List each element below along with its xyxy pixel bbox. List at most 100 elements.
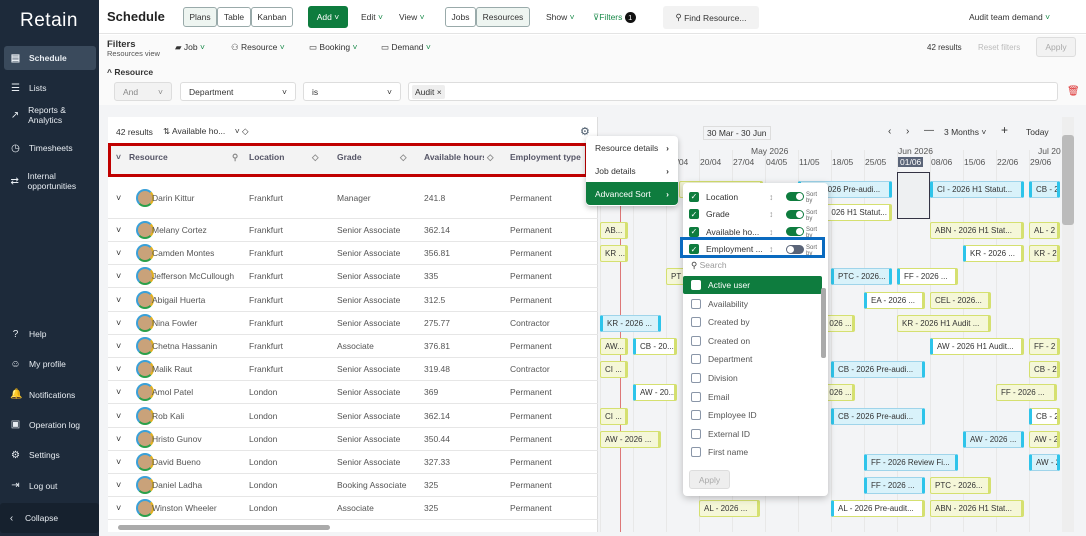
- period-select[interactable]: 3 Months ˅: [944, 127, 986, 137]
- booking-bar[interactable]: CB - 2026 Pre-audi...: [831, 361, 925, 379]
- table-row[interactable]: ˅ Hristo Gunov London Senior Associate 350.4…: [108, 428, 598, 451]
- expand-row-icon[interactable]: ˅: [116, 480, 121, 490]
- sort-option[interactable]: Email: [683, 388, 822, 406]
- booking-bar[interactable]: FF - 2026 ...: [996, 384, 1057, 402]
- expand-row-icon[interactable]: ˅: [116, 318, 121, 328]
- sidebar-item[interactable]: ▣ Operation log: [4, 413, 96, 437]
- edit-menu[interactable]: Edit ˅: [361, 12, 383, 22]
- zoom-out-button[interactable]: —: [924, 125, 934, 136]
- resource-name[interactable]: Daniel Ladha: [152, 480, 202, 490]
- sort-select[interactable]: ⇅ Available ho... ˅ ◇: [163, 126, 249, 137]
- table-row[interactable]: ˅ Rob Kali London Senior Associate 362.14 Per…: [108, 405, 598, 428]
- booking-bar[interactable]: CB - 2: [1029, 361, 1060, 379]
- expand-row-icon[interactable]: ˅: [116, 411, 121, 421]
- booking-bar[interactable]: AL - 2026 Pre-audit...: [831, 500, 925, 518]
- menu-resource-details[interactable]: Resource details ›: [586, 136, 678, 159]
- booking-bar[interactable]: CB - 2026 Pre-audi...: [831, 407, 925, 425]
- view-kanban-button[interactable]: Kanban: [251, 7, 293, 27]
- sidebar-item[interactable]: ? Help: [4, 322, 96, 346]
- field-select[interactable]: Department ˅: [180, 82, 296, 101]
- expand-row-icon[interactable]: ˅: [116, 225, 121, 235]
- drag-handle-icon[interactable]: ↕: [769, 209, 773, 219]
- booking-bar[interactable]: AW - 2026 ...: [963, 430, 1024, 448]
- booking-bar[interactable]: CB - 2: [1029, 407, 1060, 425]
- expand-row-icon[interactable]: ˅: [116, 364, 121, 374]
- timeline-vertical-scrollbar[interactable]: [1062, 117, 1074, 532]
- expand-row-icon[interactable]: ˅: [116, 387, 121, 397]
- booking-bar[interactable]: CI ...: [600, 361, 628, 379]
- sort-field-row[interactable]: ✓ Grade ↕ Sort by: [689, 206, 823, 223]
- booking-bar[interactable]: AW - 2: [1029, 430, 1060, 448]
- booking-bar[interactable]: KR - 2026 H1 Audit ...: [897, 314, 991, 332]
- table-row[interactable]: ˅ Melany Cortez Frankfurt Senior Associate 3…: [108, 219, 598, 242]
- table-row[interactable]: ˅ Malik Raut Frankfurt Senior Associate 319.…: [108, 358, 598, 382]
- table-row[interactable]: ˅ Jefferson McCullough Frankfurt Senior Ass…: [108, 265, 598, 289]
- sidebar-item[interactable]: ☰ Lists: [4, 76, 96, 100]
- view-plans-button[interactable]: Plans: [183, 7, 217, 27]
- value-input[interactable]: Audit ×: [408, 82, 1058, 101]
- sort-option[interactable]: Created on: [683, 332, 822, 350]
- booking-bar[interactable]: EA - 2026 ...: [864, 291, 925, 309]
- sort-option[interactable]: First name: [683, 443, 822, 461]
- booking-bar[interactable]: ABN - 2026 H1 Stat...: [930, 222, 1024, 239]
- saved-view-select[interactable]: Audit team demand ˅: [969, 12, 1050, 22]
- jobs-toggle[interactable]: Jobs: [445, 7, 476, 27]
- expand-row-icon[interactable]: ˅: [116, 295, 121, 305]
- checkbox[interactable]: [691, 373, 701, 383]
- booking-bar[interactable]: AL - 2: [1029, 222, 1060, 239]
- sort-option[interactable]: Employee ID: [683, 406, 822, 424]
- resource-name[interactable]: Darin Kittur: [152, 193, 195, 203]
- sort-apply-button[interactable]: Apply: [689, 470, 730, 489]
- table-row[interactable]: ˅ Amol Patel London Senior Associate 369 Perm…: [108, 381, 598, 405]
- sidebar-item[interactable]: ⇥ Log out: [4, 474, 96, 498]
- resource-name[interactable]: Chetna Hassanin: [152, 341, 217, 351]
- table-row[interactable]: ˅ Chetna Hassanin Frankfurt Associate 376.81…: [108, 335, 598, 358]
- booking-bar[interactable]: AW...: [600, 338, 628, 355]
- value-chip[interactable]: Audit ×: [412, 84, 445, 99]
- resources-toggle[interactable]: Resources: [476, 7, 530, 27]
- booking-bar[interactable]: FF - 2026 ...: [864, 477, 925, 495]
- resource-filter[interactable]: ⚇ Resource ˅: [231, 42, 285, 53]
- booking-bar[interactable]: CI - 2026 H1 Statut...: [930, 181, 1024, 198]
- booking-bar[interactable]: CI ...: [600, 407, 628, 425]
- resource-name[interactable]: Malik Raut: [152, 364, 192, 374]
- checkbox-checked[interactable]: ✓: [689, 209, 699, 219]
- sort-option[interactable]: Availability: [683, 295, 822, 313]
- booking-bar[interactable]: AB...: [600, 222, 628, 239]
- checkbox[interactable]: [691, 391, 701, 402]
- booking-bar[interactable]: AW - 2: [1029, 454, 1060, 471]
- sort-search-input[interactable]: ⚲ Search: [691, 260, 727, 271]
- show-menu[interactable]: Show ˅: [546, 12, 575, 22]
- booking-bar[interactable]: AW - 20...: [633, 384, 678, 402]
- checkbox[interactable]: [691, 335, 701, 346]
- sort-by-toggle[interactable]: [786, 209, 804, 219]
- table-row[interactable]: ˅ David Bueno London Senior Associate 327.33…: [108, 451, 598, 474]
- prev-period-button[interactable]: ‹: [888, 126, 891, 137]
- checkbox[interactable]: [691, 317, 701, 328]
- booking-bar[interactable]: AL - 2026 ...: [699, 500, 760, 518]
- expand-row-icon[interactable]: ˅: [116, 248, 121, 258]
- checkbox-checked[interactable]: ✓: [689, 226, 699, 237]
- sidebar-item[interactable]: ☺ My profile: [4, 352, 96, 376]
- sort-by-toggle[interactable]: [786, 192, 804, 201]
- resource-name[interactable]: Abigail Huerta: [152, 295, 205, 305]
- resource-name[interactable]: Hristo Gunov: [152, 434, 202, 444]
- booking-bar[interactable]: 026 ...: [824, 314, 856, 332]
- booking-bar[interactable]: AW - 2026 ...: [600, 430, 661, 448]
- checkbox[interactable]: [691, 428, 701, 439]
- table-row[interactable]: ˅ Nina Fowler Frankfurt Senior Associate 275…: [108, 312, 598, 335]
- booking-bar[interactable]: KR - 2026 ...: [963, 245, 1024, 263]
- drag-handle-icon[interactable]: ↕: [769, 192, 773, 202]
- expand-row-icon[interactable]: ˅: [116, 434, 121, 444]
- booking-bar[interactable]: FF - 2026 Review Fi...: [864, 454, 958, 471]
- sort-option[interactable]: Division: [683, 369, 822, 387]
- sort-option[interactable]: Active user: [683, 276, 822, 294]
- resource-name[interactable]: Rob Kali: [152, 411, 184, 421]
- resource-name[interactable]: Amol Patel: [152, 387, 193, 397]
- table-row[interactable]: ˅ Darin Kittur Frankfurt Manager 241.8 Perman…: [108, 178, 598, 219]
- add-button[interactable]: Add ˅: [308, 6, 348, 28]
- expand-row-icon[interactable]: ˅: [116, 193, 121, 203]
- booking-bar[interactable]: FF - 2026 ...: [897, 268, 958, 286]
- menu-advanced-sort[interactable]: Advanced Sort ›: [586, 182, 678, 205]
- condition-select[interactable]: is ˅: [303, 82, 401, 101]
